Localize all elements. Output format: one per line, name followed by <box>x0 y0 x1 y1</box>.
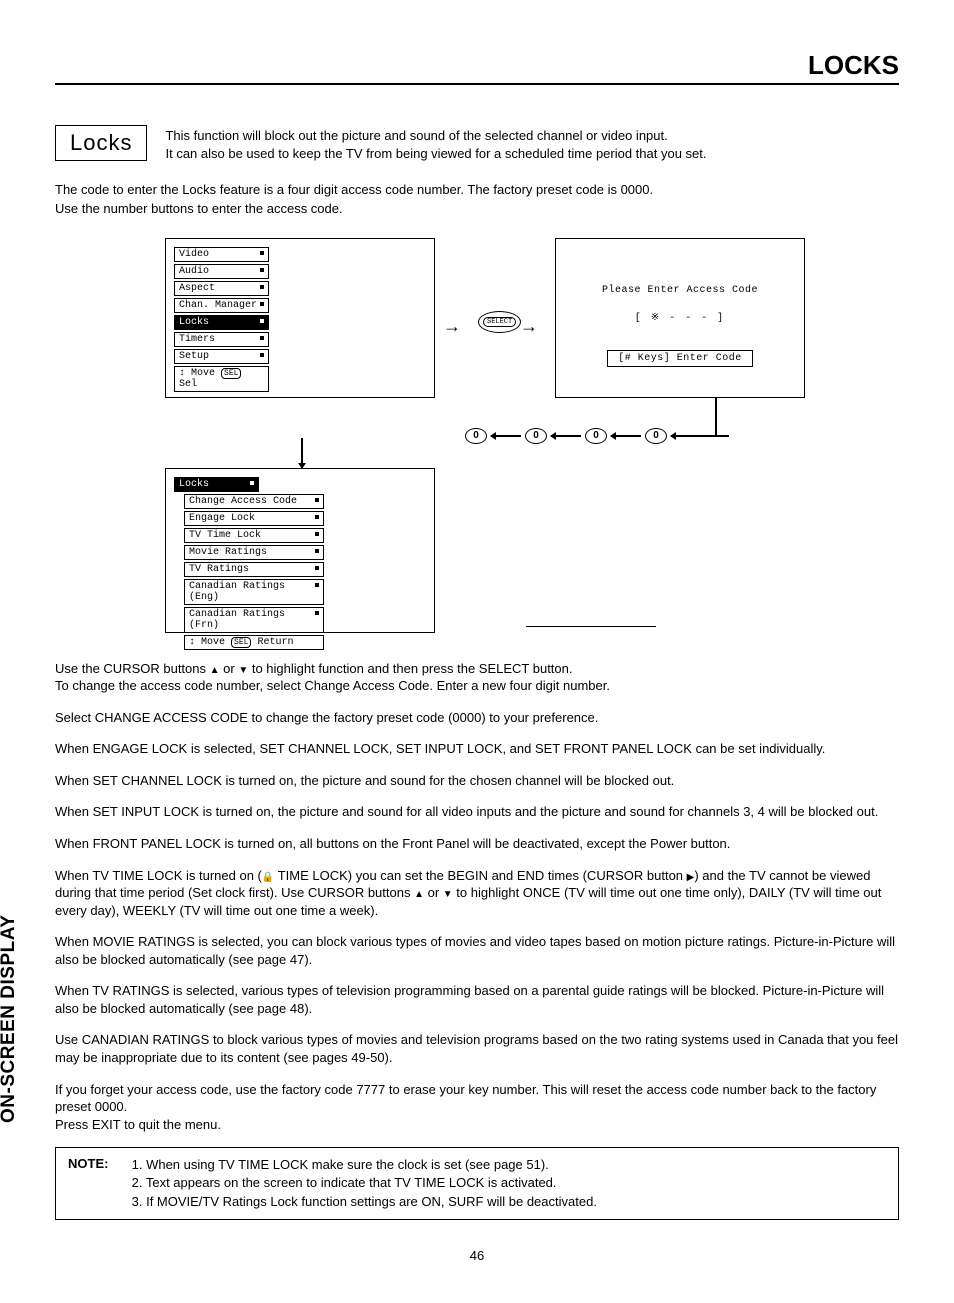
paragraph-set-channel-lock: When SET CHANNEL LOCK is turned on, the … <box>55 772 899 790</box>
zero-buttons-row: 0 0 0 0 <box>280 428 729 444</box>
paragraph-forget-code: If you forget your access code, use the … <box>55 1081 899 1134</box>
menu-item-video: Video <box>174 247 269 262</box>
submenu-item-change-access-code: Change Access Code <box>184 494 324 509</box>
menu-item-locks: Locks <box>174 315 269 330</box>
arrow-right-icon: → <box>443 316 461 337</box>
access-code-screen: Please Enter Access Code [ ※ - - - ] [# … <box>555 238 805 398</box>
paragraph-canadian-ratings: Use CANADIAN RATINGS to block various ty… <box>55 1031 899 1066</box>
remote-zero-button: 0 <box>465 428 487 444</box>
submenu-item-movie-ratings: Movie Ratings <box>184 545 324 560</box>
main-menu-hint: ↕ Move SEL Sel <box>174 366 269 392</box>
paragraph-tv-time-lock: When TV TIME LOCK is turned on ( TIME LO… <box>55 867 899 920</box>
down-triangle-icon <box>238 661 248 676</box>
intro-line-1: The code to enter the Locks feature is a… <box>55 182 653 197</box>
remote-zero-button: 0 <box>585 428 607 444</box>
arrow-left-icon <box>491 435 521 437</box>
locks-section-description: This function will block out the picture… <box>165 125 706 163</box>
paragraph-front-panel-lock: When FRONT PANEL LOCK is turned on, all … <box>55 835 899 853</box>
main-menu-screen: Video Audio Aspect Chan. Manager Locks T… <box>165 238 435 398</box>
connector-line <box>301 438 303 468</box>
submenu-item-canadian-frn: Canadian Ratings (Frn) <box>184 607 324 633</box>
note-label: NOTE: <box>68 1156 128 1171</box>
submenu-item-tv-ratings: TV Ratings <box>184 562 324 577</box>
up-triangle-icon <box>210 661 220 676</box>
down-triangle-icon <box>443 885 453 900</box>
page-number: 46 <box>55 1248 899 1263</box>
remote-zero-button: 0 <box>525 428 547 444</box>
code-entry-field: [ ※ - - - ] <box>556 312 804 324</box>
connector-line <box>526 626 656 628</box>
body-text: Use the CURSOR buttons or to highlight f… <box>55 660 899 1133</box>
locks-submenu-screen: Locks Change Access Code Engage Lock TV … <box>165 468 435 633</box>
paragraph-set-input-lock: When SET INPUT LOCK is turned on, the pi… <box>55 803 899 821</box>
paragraph-change-access-code: Select CHANGE ACCESS CODE to change the … <box>55 709 899 727</box>
paragraph-engage-lock: When ENGAGE LOCK is selected, SET CHANNE… <box>55 740 899 758</box>
desc-line-2: It can also be used to keep the TV from … <box>165 146 706 161</box>
side-tab-label: ON-SCREEN DISPLAY <box>0 914 20 1122</box>
arrow-left-icon <box>671 435 729 437</box>
menu-item-setup: Setup <box>174 349 269 364</box>
arrow-left-icon <box>551 435 581 437</box>
note-item-2: 2. Text appears on the screen to indicat… <box>132 1174 597 1192</box>
paragraph-cursor-instructions: Use the CURSOR buttons or to highlight f… <box>55 660 899 695</box>
lock-icon <box>262 868 274 883</box>
up-triangle-icon <box>414 885 424 900</box>
flow-diagram: Video Audio Aspect Chan. Manager Locks T… <box>55 238 899 648</box>
paragraph-movie-ratings: When MOVIE RATINGS is selected, you can … <box>55 933 899 968</box>
menu-item-aspect: Aspect <box>174 281 269 296</box>
submenu-item-engage-lock: Engage Lock <box>184 511 324 526</box>
code-hint-text: [# Keys] Enter Code <box>607 350 753 367</box>
menu-item-chan-manager: Chan. Manager <box>174 298 269 313</box>
select-remote-button: SELECT <box>478 311 521 333</box>
page-header-title: LOCKS <box>55 50 899 85</box>
note-item-3: 3. If MOVIE/TV Ratings Lock function set… <box>132 1193 597 1211</box>
submenu-item-tv-time-lock: TV Time Lock <box>184 528 324 543</box>
code-prompt-text: Please Enter Access Code <box>556 285 804 296</box>
note-item-1: 1. When using TV TIME LOCK make sure the… <box>132 1156 597 1174</box>
menu-item-audio: Audio <box>174 264 269 279</box>
arrow-right-icon: → <box>520 316 538 337</box>
remote-zero-button: 0 <box>645 428 667 444</box>
note-box: NOTE: 1. When using TV TIME LOCK make su… <box>55 1147 899 1220</box>
menu-item-timers: Timers <box>174 332 269 347</box>
paragraph-tv-ratings: When TV RATINGS is selected, various typ… <box>55 982 899 1017</box>
locks-section-label: Locks <box>55 125 147 161</box>
arrow-left-icon <box>611 435 641 437</box>
intro-line-2: Use the number buttons to enter the acce… <box>55 201 343 216</box>
submenu-item-canadian-eng: Canadian Ratings (Eng) <box>184 579 324 605</box>
desc-line-1: This function will block out the picture… <box>165 128 667 143</box>
locks-submenu-header: Locks <box>174 477 259 492</box>
intro-text: The code to enter the Locks feature is a… <box>55 181 899 217</box>
locks-submenu-hint: ↕ Move SEL Return <box>184 635 324 650</box>
